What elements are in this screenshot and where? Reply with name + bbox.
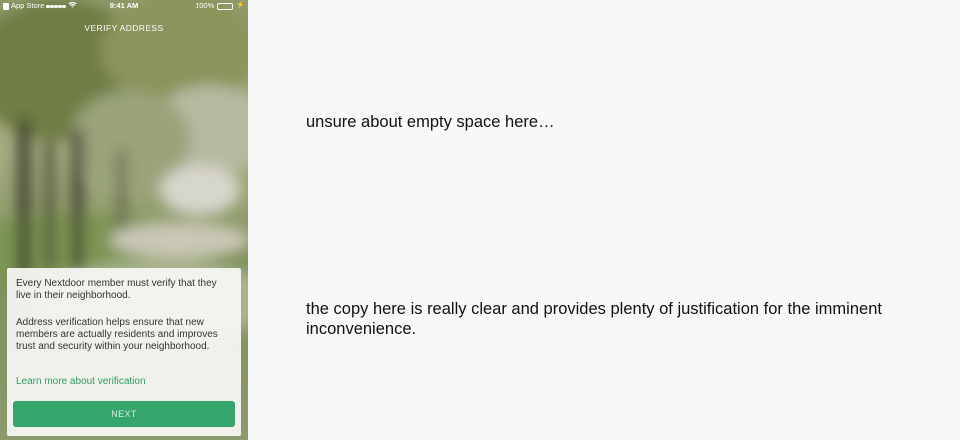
charging-icon: ⚡	[236, 2, 245, 9]
verification-info-card: Every Nextdoor member must verify that t…	[7, 268, 241, 436]
annotation-copy-clear: the copy here is really clear and provid…	[306, 300, 882, 338]
next-button[interactable]: NEXT	[13, 401, 235, 427]
annotation-empty-space: unsure about empty space here…	[306, 113, 555, 131]
phone-screenshot: App Store 9:41 AM 100% ⚡ VERIFY ADDRESS …	[0, 0, 248, 440]
battery-icon	[217, 2, 234, 10]
status-bar-right: 100% ⚡	[195, 0, 245, 12]
battery-percent: 100%	[195, 1, 215, 10]
page-title: VERIFY ADDRESS	[84, 23, 164, 33]
verification-explanation-text: Address verification helps ensure that n…	[16, 317, 218, 353]
status-bar: App Store 9:41 AM 100% ⚡	[0, 0, 248, 12]
learn-more-link[interactable]: Learn more about verification	[16, 376, 146, 388]
verification-requirement-text: Every Nextdoor member must verify that t…	[16, 278, 217, 302]
